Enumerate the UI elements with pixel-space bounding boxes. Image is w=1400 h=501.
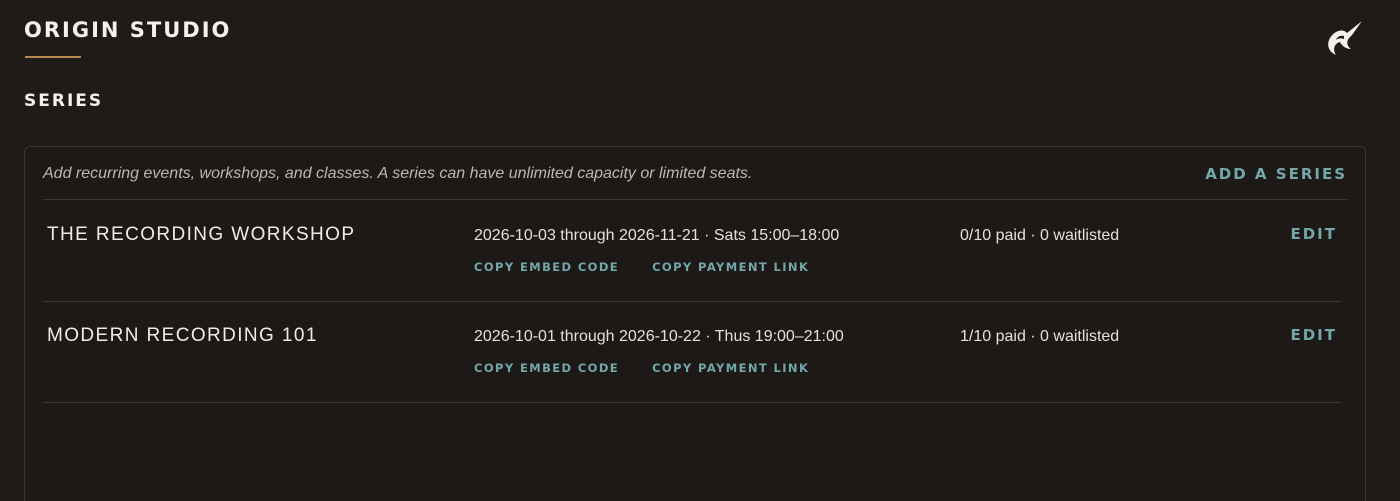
copy-embed-code-button[interactable]: COPY EMBED CODE bbox=[474, 361, 619, 375]
series-name: THE RECORDING WORKSHOP bbox=[47, 224, 356, 245]
brand-title[interactable]: ORIGIN STUDIO bbox=[24, 18, 231, 42]
page-title: SERIES bbox=[24, 91, 104, 111]
series-links: COPY EMBED CODE COPY PAYMENT LINK bbox=[474, 361, 809, 375]
copy-payment-link-button[interactable]: COPY PAYMENT LINK bbox=[652, 260, 809, 274]
panel-header: Add recurring events, workshops, and cla… bbox=[43, 147, 1347, 200]
copy-payment-link-button[interactable]: COPY PAYMENT LINK bbox=[652, 361, 809, 375]
series-schedule: 2026-10-01 through 2026-10-22 · Thus 19:… bbox=[474, 328, 844, 345]
series-page: ORIGIN STUDIO SERIES Add recurring event… bbox=[0, 0, 1400, 501]
copy-embed-code-button[interactable]: COPY EMBED CODE bbox=[474, 260, 619, 274]
series-row: THE RECORDING WORKSHOP 2026-10-03 throug… bbox=[43, 200, 1341, 302]
edit-series-button[interactable]: EDIT bbox=[1290, 326, 1337, 344]
series-panel: Add recurring events, workshops, and cla… bbox=[24, 146, 1366, 501]
edit-series-button[interactable]: EDIT bbox=[1290, 225, 1337, 243]
series-status: 0/10 paid · 0 waitlisted bbox=[960, 227, 1120, 244]
series-row: MODERN RECORDING 101 2026-10-01 through … bbox=[43, 301, 1341, 403]
series-schedule: 2026-10-03 through 2026-11-21 · Sats 15:… bbox=[474, 227, 840, 244]
series-links: COPY EMBED CODE COPY PAYMENT LINK bbox=[474, 260, 809, 274]
series-name: MODERN RECORDING 101 bbox=[47, 325, 318, 346]
narwhal-icon[interactable] bbox=[1322, 18, 1364, 60]
add-series-button[interactable]: ADD A SERIES bbox=[1205, 165, 1347, 183]
series-status: 1/10 paid · 0 waitlisted bbox=[960, 328, 1120, 345]
brand-underline bbox=[25, 56, 81, 58]
panel-description: Add recurring events, workshops, and cla… bbox=[43, 165, 753, 182]
